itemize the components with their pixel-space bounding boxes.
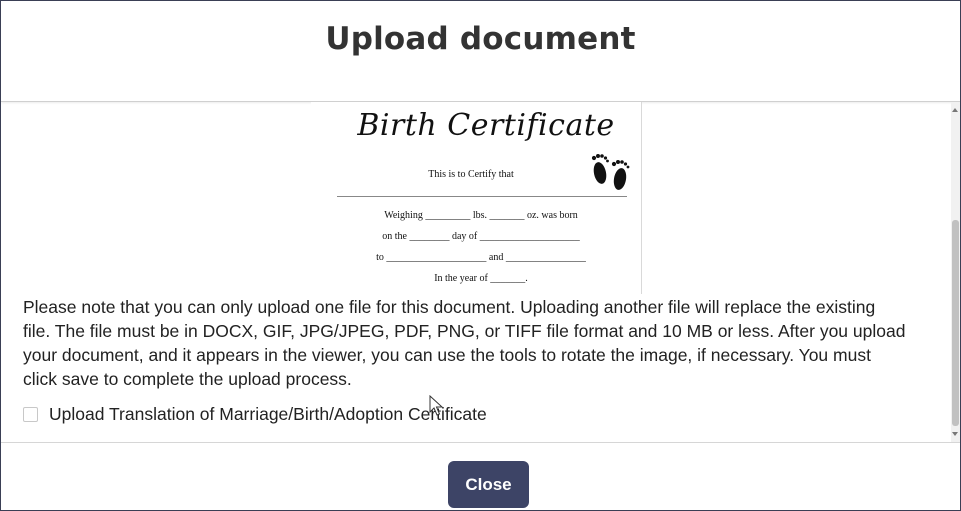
certificate-subtitle: This is to Certify that — [428, 169, 514, 180]
translation-checkbox[interactable] — [23, 406, 38, 422]
certificate-title: Birth Certificate — [357, 108, 615, 143]
scrollbar-thumb[interactable] — [952, 220, 959, 426]
upload-instructions: Please note that you can only upload one… — [23, 295, 933, 391]
modal-title: Upload document — [325, 21, 636, 57]
translation-checkbox-row[interactable]: Upload Translation of Marriage/Birth/Ado… — [23, 402, 487, 426]
instruction-line: file. The file must be in DOCX, GIF, JPG… — [23, 321, 906, 341]
body-scrollbar[interactable] — [951, 102, 960, 442]
scroll-down-arrow-icon[interactable] — [952, 432, 958, 436]
close-button[interactable]: Close — [448, 461, 529, 508]
modal-body: Birth Certificate This is to Certify tha… — [1, 102, 960, 443]
certificate-line: Weighing _________ lbs. _______ oz. was … — [384, 210, 578, 221]
upload-document-modal: Upload document Birth Certificate This i… — [0, 0, 961, 511]
scroll-up-arrow-icon[interactable] — [952, 108, 958, 112]
certificate-divider — [337, 196, 627, 197]
certificate-line: In the year of _______. — [434, 273, 528, 284]
instruction-line: Please note that you can only upload one… — [23, 297, 876, 317]
certificate-line: to ____________________ and ____________… — [376, 252, 586, 263]
certificate-line: on the ________ day of _________________… — [382, 231, 580, 242]
document-viewer[interactable]: Birth Certificate This is to Certify tha… — [311, 102, 642, 294]
modal-footer: Close — [1, 443, 960, 510]
instruction-line: click save to complete the upload proces… — [23, 369, 352, 389]
modal-header: Upload document — [1, 1, 960, 102]
translation-checkbox-label[interactable]: Upload Translation of Marriage/Birth/Ado… — [49, 404, 487, 425]
mouse-pointer-icon — [429, 395, 444, 416]
baby-feet-icon — [591, 154, 630, 190]
instruction-line: your document, and it appears in the vie… — [23, 345, 871, 365]
